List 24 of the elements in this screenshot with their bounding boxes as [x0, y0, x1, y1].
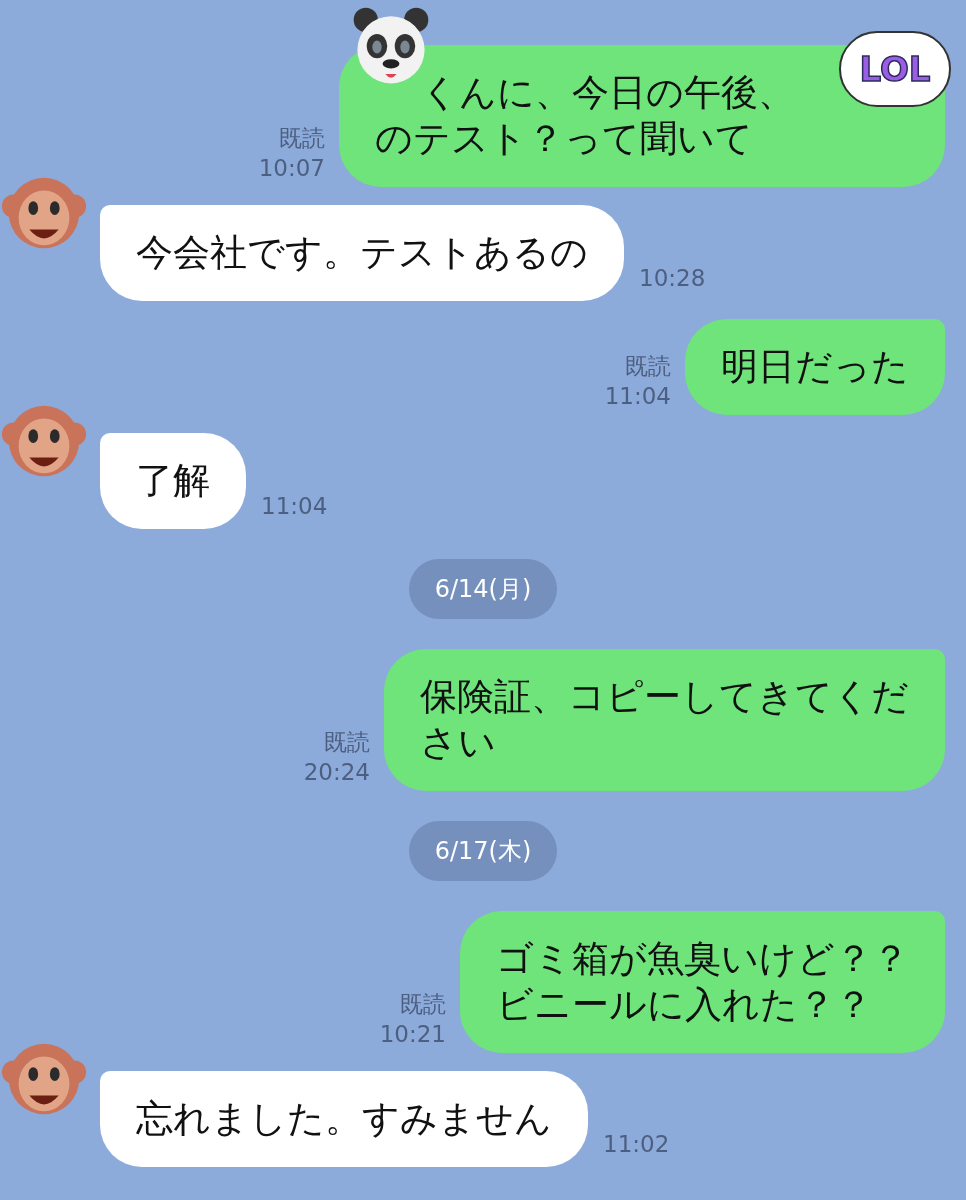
message-text: 了解	[136, 458, 210, 504]
message-time: 11:02	[603, 1131, 670, 1157]
message-text: のテスト？って聞いて	[375, 116, 754, 162]
date-divider: 6/14(月)	[408, 559, 558, 619]
date-divider: 6/17(木)	[408, 821, 558, 881]
message-time: 10:28	[639, 265, 706, 291]
message-time: 11:04	[604, 382, 671, 411]
message-text: ビニールに入れた？？	[496, 982, 873, 1028]
message-text: ゴミ箱が魚臭いけど？？	[496, 936, 909, 982]
message-time: 10:21	[379, 1020, 446, 1049]
read-label: 既読	[625, 352, 671, 381]
read-label: 既読	[400, 990, 446, 1019]
message-time: 20:24	[303, 758, 370, 787]
message-text: 明日だった	[721, 344, 909, 390]
read-label: 既読	[279, 124, 325, 153]
lol-sticker: LOL	[839, 31, 951, 107]
message-text: 保険証、コピーしてきてくだ	[420, 674, 909, 720]
read-label: 既読	[324, 728, 370, 757]
message-text: さい	[420, 720, 497, 766]
message-text: 忘れました。すみません	[136, 1096, 552, 1142]
message-time: 10:07	[258, 154, 325, 183]
message-time: 11:04	[261, 493, 328, 519]
message-text: 今会社です。テストあるの	[136, 230, 588, 276]
message-text: くんに、今日の午後、	[420, 70, 795, 116]
